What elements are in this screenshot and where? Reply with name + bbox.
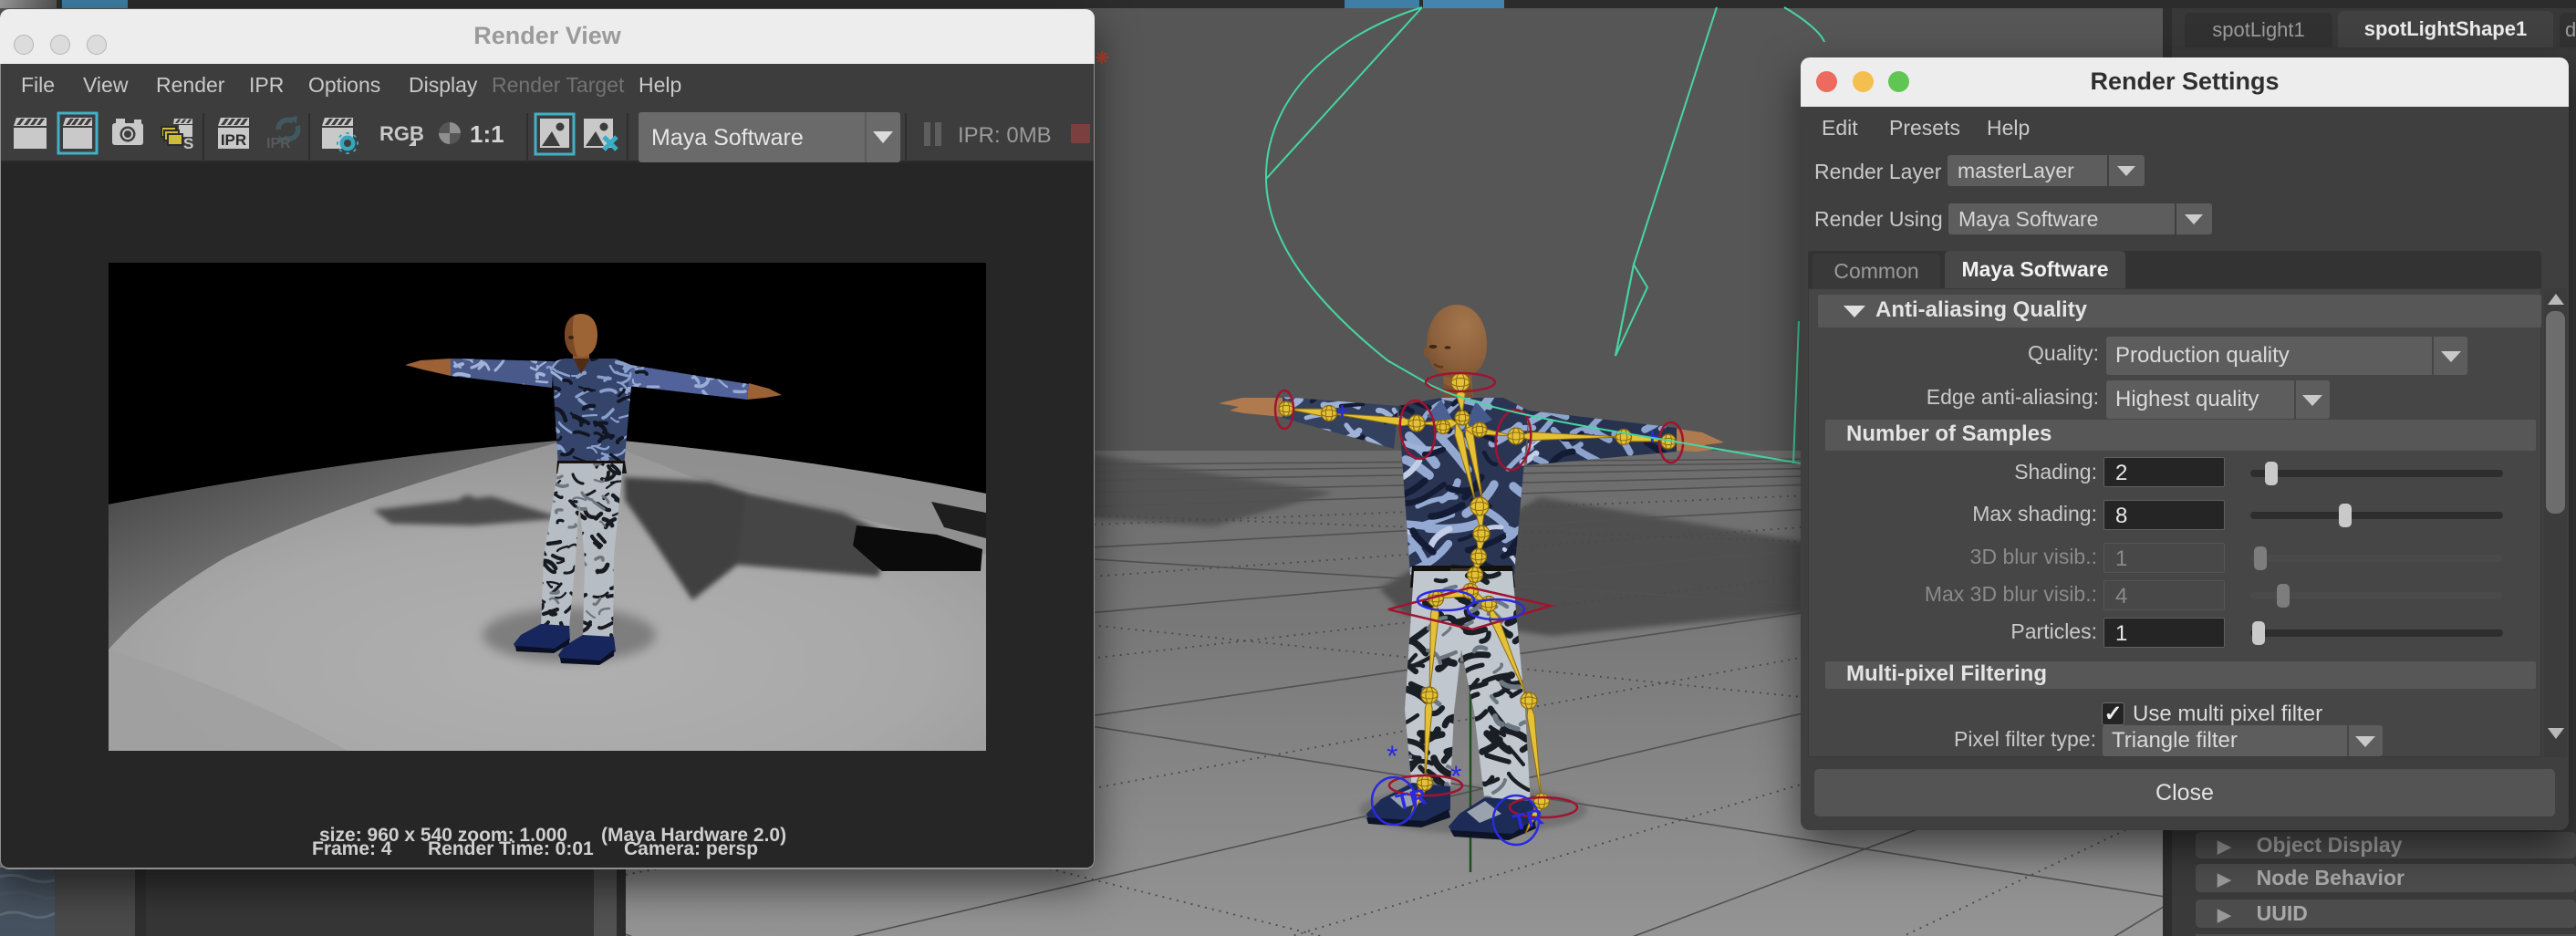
svg-text:Maya Software: Maya Software xyxy=(651,125,804,151)
svg-text:RGB: RGB xyxy=(379,122,424,145)
svg-text:IPR: IPR xyxy=(221,131,246,149)
svg-text:+: + xyxy=(1335,399,1349,424)
svg-text:*: * xyxy=(1450,760,1461,793)
svg-text:1:1: 1:1 xyxy=(470,120,504,148)
svg-text:IPR: IPR xyxy=(266,136,291,151)
svg-text:*: * xyxy=(1387,740,1397,773)
svg-text:IPR: 0MB: IPR: 0MB xyxy=(958,123,1052,148)
svg-text:S: S xyxy=(183,135,193,152)
